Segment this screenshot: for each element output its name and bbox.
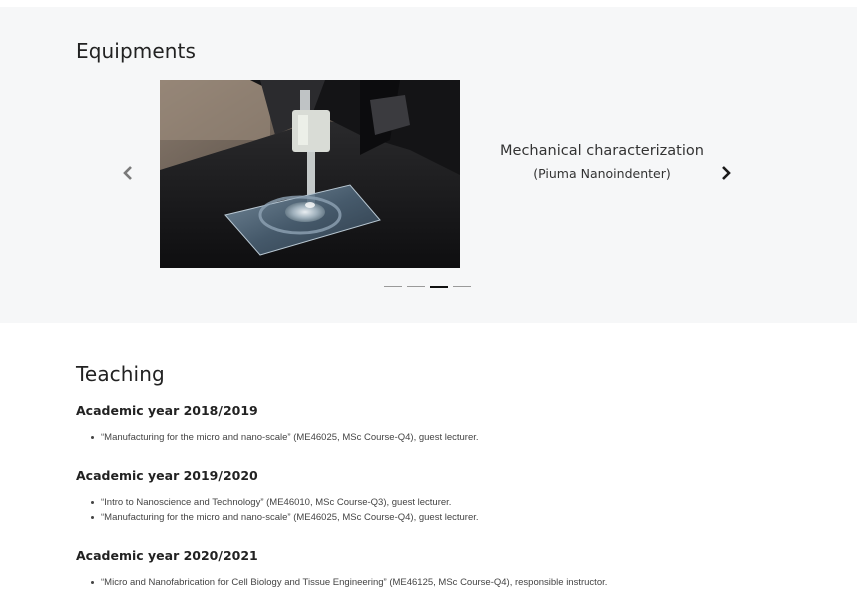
- equipments-section: Equipments Mechanical characterization (…: [0, 7, 857, 323]
- carousel-next-button[interactable]: [716, 163, 736, 183]
- course-list: “Intro to Nanoscience and Technology” (M…: [90, 495, 479, 525]
- equipments-title: Equipments: [76, 39, 196, 63]
- carousel-indicator[interactable]: [407, 286, 425, 287]
- course-item: “Manufacturing for the micro and nano-sc…: [90, 430, 479, 445]
- carousel-indicator[interactable]: [453, 286, 471, 287]
- course-item: “Intro to Nanoscience and Technology” (M…: [90, 495, 479, 510]
- year-heading: Academic year 2020/2021: [76, 548, 258, 563]
- year-heading: Academic year 2019/2020: [76, 468, 258, 483]
- course-list: “Micro and Nanofabrication for Cell Biol…: [90, 575, 607, 590]
- nanoindenter-photo: [160, 80, 460, 268]
- slide-caption-subtitle: (Piuma Nanoindenter): [533, 166, 671, 181]
- chevron-right-icon: [722, 166, 731, 180]
- slide-caption: Mechanical characterization (Piuma Nanoi…: [480, 143, 724, 181]
- course-item: “Manufacturing for the micro and nano-sc…: [90, 510, 479, 525]
- carousel-indicator[interactable]: [384, 286, 402, 287]
- chevron-left-icon: [123, 166, 132, 180]
- course-list: “Manufacturing for the micro and nano-sc…: [90, 430, 479, 445]
- course-item: “Micro and Nanofabrication for Cell Biol…: [90, 575, 607, 590]
- carousel-indicator-active[interactable]: [430, 285, 448, 288]
- slide-caption-title: Mechanical characterization: [500, 143, 704, 159]
- carousel-indicators: [384, 285, 471, 288]
- teaching-title: Teaching: [76, 362, 165, 386]
- year-heading: Academic year 2018/2019: [76, 403, 258, 418]
- carousel-prev-button[interactable]: [118, 163, 138, 183]
